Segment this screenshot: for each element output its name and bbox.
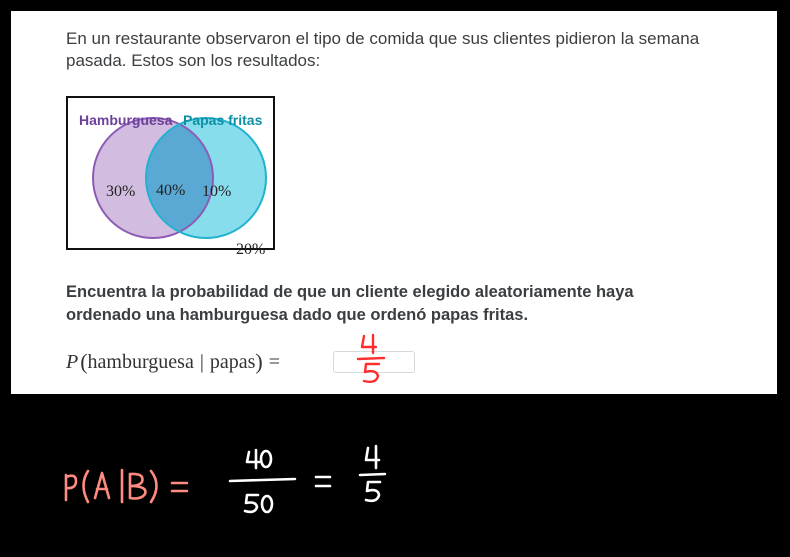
hand-letter-a bbox=[93, 471, 111, 500]
eq-open-paren: ( bbox=[80, 349, 88, 374]
hand-answer-fraction-bar bbox=[356, 356, 386, 361]
venn-pct-only-hamburguesa: 30% bbox=[106, 183, 135, 200]
question-text: Encuentra la probabilidad de que un clie… bbox=[66, 283, 634, 324]
eq-p: P bbox=[66, 350, 79, 373]
hand-open-paren bbox=[82, 469, 90, 504]
eq-given: papas bbox=[209, 350, 256, 373]
eq-close-paren: ) bbox=[255, 349, 263, 374]
venn-pct-both: 40% bbox=[156, 182, 185, 199]
problem-card: En un restaurante observaron el tipo de … bbox=[11, 11, 777, 394]
hand-fraction-bar-1 bbox=[228, 477, 297, 483]
hand-fraction-bar-2 bbox=[358, 472, 387, 477]
venn-pct-neither: 20% bbox=[236, 241, 265, 258]
hand-denominator-5-right bbox=[364, 480, 382, 503]
hand-equals-1 bbox=[170, 481, 189, 493]
handwritten-work bbox=[64, 444, 387, 514]
venn-label-hamburguesa: Hamburguesa bbox=[79, 112, 173, 128]
hand-denominator-0 bbox=[260, 494, 274, 514]
venn-label-papas: Papas fritas bbox=[183, 112, 263, 128]
hand-numerator-0 bbox=[259, 449, 273, 469]
eq-event: hamburguesa bbox=[87, 350, 194, 373]
probability-equation: P ( hamburguesa | papas ) = bbox=[66, 347, 280, 377]
hand-close-paren bbox=[149, 469, 158, 504]
hand-equals-2 bbox=[314, 475, 332, 488]
hand-denominator-5 bbox=[243, 493, 260, 514]
handwritten-answer-four-fifths bbox=[356, 333, 386, 384]
problem-intro: En un restaurante observaron el tipo de … bbox=[66, 29, 700, 70]
hand-answer-numerator bbox=[360, 333, 378, 355]
hand-numerator-4 bbox=[245, 448, 261, 470]
eq-equals: = bbox=[268, 350, 280, 373]
eq-bar: | bbox=[199, 350, 204, 373]
hand-answer-denominator bbox=[362, 362, 381, 384]
venn-diagram: Hamburguesa Papas fritas 30% 40% 10% 20% bbox=[66, 96, 275, 258]
hand-letter-p bbox=[64, 473, 78, 502]
hand-letter-b bbox=[128, 472, 147, 500]
venn-pct-only-papas: 10% bbox=[202, 183, 231, 200]
hand-numerator-4-right bbox=[364, 444, 381, 470]
